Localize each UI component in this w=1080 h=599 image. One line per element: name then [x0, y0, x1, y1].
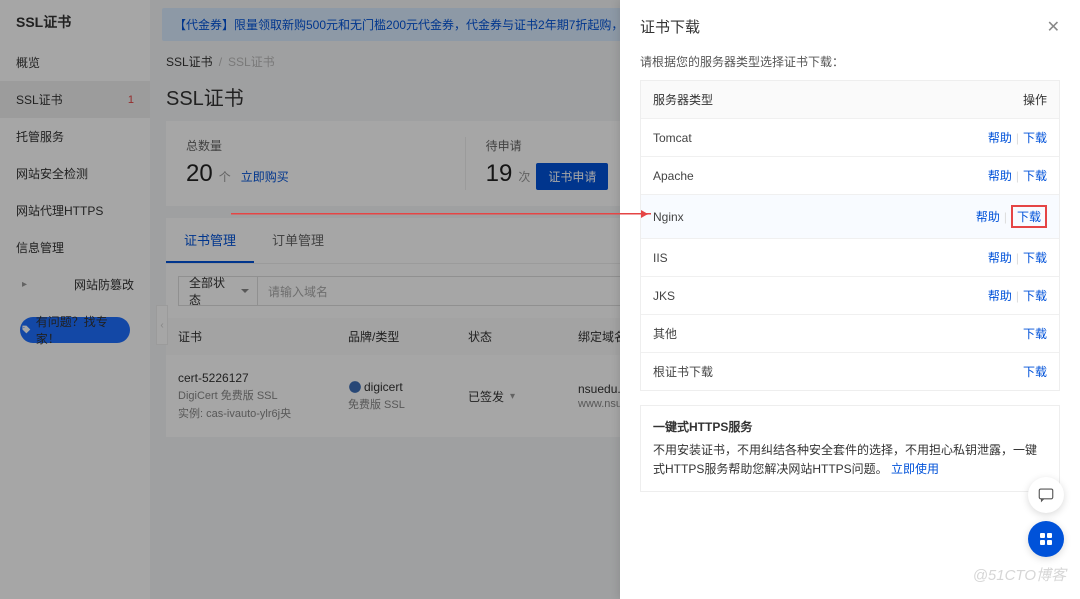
chat-icon [1037, 486, 1055, 504]
server-type: JKS [653, 289, 988, 303]
download-row-apache: Apache帮助|下载 [641, 156, 1059, 194]
download-link[interactable]: 下载 [1023, 167, 1047, 184]
download-row-tomcat: Tomcat帮助|下载 [641, 118, 1059, 156]
download-row-iis: IIS帮助|下载 [641, 238, 1059, 276]
download-link[interactable]: 下载 [1011, 205, 1047, 228]
download-link[interactable]: 下载 [1023, 325, 1047, 342]
download-row-其他: 其他下载 [641, 314, 1059, 352]
promo-link[interactable]: 立即使用 [891, 462, 939, 476]
download-row-根证书下载: 根证书下载下载 [641, 352, 1059, 390]
download-drawer: 证书下载 ✕ 请根据您的服务器类型选择证书下载： 服务器类型 操作 Tomcat… [620, 0, 1080, 599]
server-type: 其他 [653, 325, 1023, 342]
help-link[interactable]: 帮助 [988, 249, 1012, 266]
help-link[interactable]: 帮助 [976, 208, 1000, 225]
download-table: 服务器类型 操作 Tomcat帮助|下载Apache帮助|下载Nginx帮助|下… [640, 80, 1060, 391]
promo-title: 一键式HTTPS服务 [653, 418, 1047, 435]
download-link[interactable]: 下载 [1023, 363, 1047, 380]
feedback-fab[interactable] [1028, 477, 1064, 513]
drawer-title: 证书下载 [640, 16, 700, 37]
watermark: @51CTO博客 [973, 564, 1066, 585]
close-icon[interactable]: ✕ [1047, 17, 1060, 37]
highlight-arrow [231, 213, 651, 214]
help-link[interactable]: 帮助 [988, 129, 1012, 146]
help-link[interactable]: 帮助 [988, 167, 1012, 184]
drawer-note: 请根据您的服务器类型选择证书下载： [620, 53, 1080, 80]
grid-icon [1040, 533, 1052, 545]
download-row-nginx: Nginx帮助|下载 [641, 194, 1059, 238]
help-link[interactable]: 帮助 [988, 287, 1012, 304]
download-link[interactable]: 下载 [1023, 129, 1047, 146]
download-row-jks: JKS帮助|下载 [641, 276, 1059, 314]
https-promo: 一键式HTTPS服务 不用安装证书，不用纠结各种安全套件的选择，不用担心私钥泄露… [640, 405, 1060, 492]
apps-fab[interactable] [1028, 521, 1064, 557]
download-link[interactable]: 下载 [1023, 287, 1047, 304]
server-type: IIS [653, 251, 988, 265]
server-type: Tomcat [653, 131, 988, 145]
server-type: 根证书下载 [653, 363, 1023, 380]
server-type: Apache [653, 169, 988, 183]
server-type: Nginx [653, 210, 976, 224]
download-link[interactable]: 下载 [1023, 249, 1047, 266]
download-table-header: 服务器类型 操作 [641, 81, 1059, 118]
